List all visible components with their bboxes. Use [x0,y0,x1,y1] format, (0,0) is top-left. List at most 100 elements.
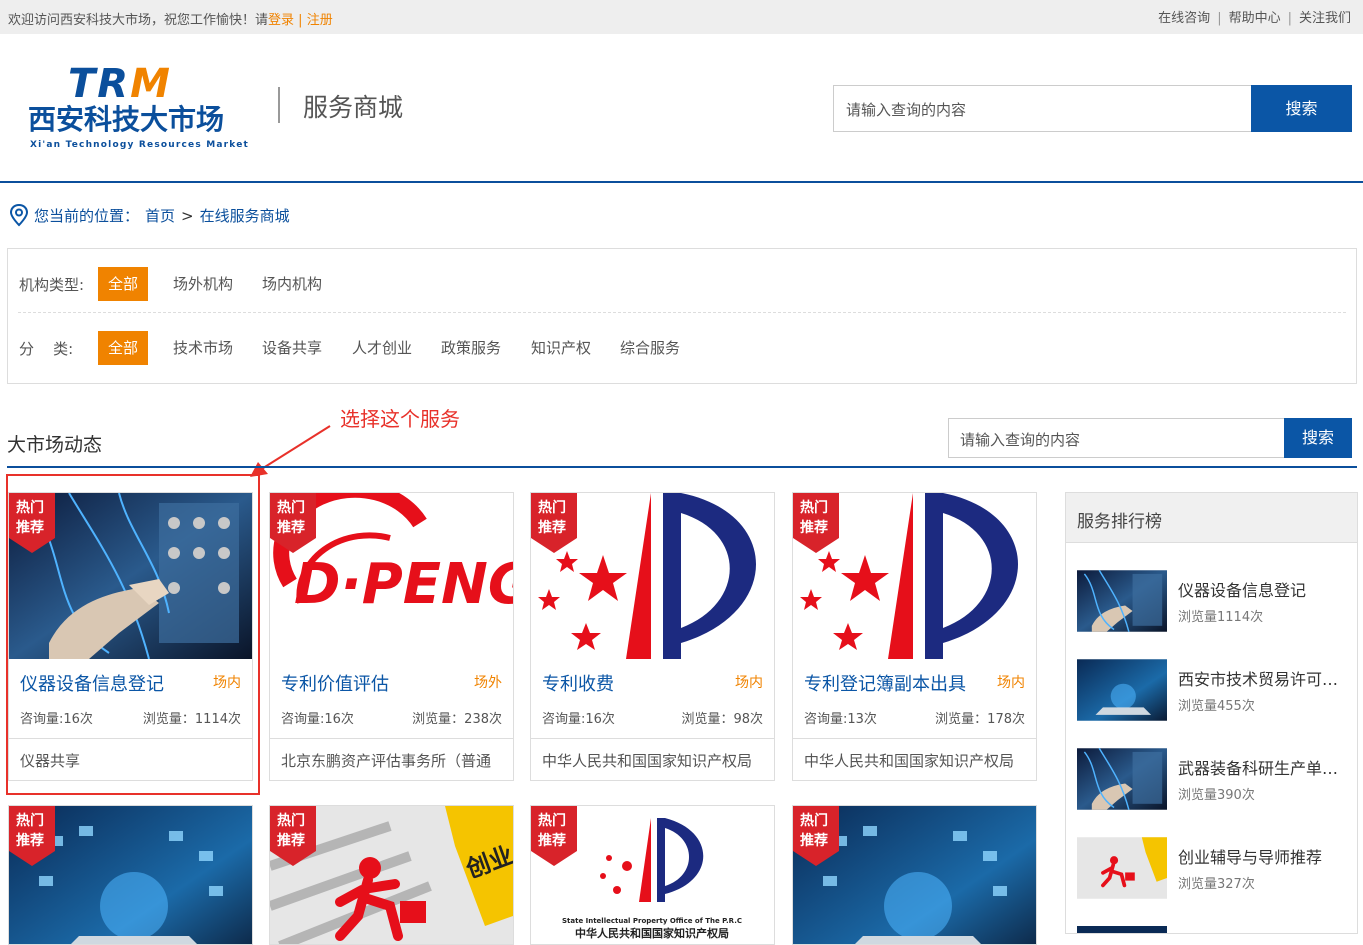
card-consult-count: 咨询量:13次 [804,712,877,727]
card-divider [531,738,774,739]
section-title: 大市场动态 [7,434,103,456]
org-type-option-outside[interactable]: 场外机构 [163,267,243,301]
ranking-image-tech-laptop [1077,659,1167,721]
org-type-option-inside[interactable]: 场内机构 [252,267,332,301]
service-card[interactable]: State Intellectual Property Office of Th… [530,805,775,945]
section-search: 请输入查询的内容 搜索 [948,418,1352,458]
category-option-tech-market[interactable]: 技术市场 [163,331,243,365]
service-card[interactable]: 热门 推荐 专利收费 场内 咨询量:16次 浏览量：98次 中华人民共和国国家知识… [530,492,775,781]
card-divider [270,738,513,739]
logo-abbr: TRM [68,64,172,104]
header-search-input[interactable]: 请输入查询的内容 [833,85,1252,132]
logo-cn-name: 西安科技大市场 [28,103,225,136]
breadcrumb-home[interactable]: 首页 [145,207,175,225]
hot-badge-line1: 热门 [800,813,828,829]
hot-badge-line2: 推荐 [277,520,305,536]
hot-badge: 热门 推荐 [531,493,577,553]
hot-badge-line2: 推荐 [800,520,828,536]
hot-badge-line1: 热门 [277,813,305,829]
category-option-policy[interactable]: 政策服务 [431,331,511,365]
card-org: 中华人民共和国国家知识产权局 [804,752,1015,770]
logo-abbr-main: TR [68,61,131,107]
online-consult-link[interactable]: 在线咨询 [1158,11,1210,26]
service-card[interactable]: 热门 推荐 [8,805,253,945]
sipo-caption-en: State Intellectual Property Office of Th… [562,917,742,925]
category-label: 分 类: [19,340,74,358]
hot-badge-line1: 热门 [16,813,44,829]
hot-badge-line2: 推荐 [538,520,566,536]
category-option-talent[interactable]: 人才创业 [342,331,422,365]
filter-divider [18,312,1346,313]
login-link[interactable]: 登录 [268,13,294,28]
sipo-caption-cn: 中华人民共和国国家知识产权局 [575,926,729,940]
card-org: 中华人民共和国国家知识产权局 [542,752,753,770]
org-type-option-all[interactable]: 全部 [98,267,149,301]
page-title: 服务商城 [303,93,404,122]
logo-abbr-accent: M [130,61,172,107]
follow-us-link[interactable]: 关注我们 [1299,11,1351,26]
category-option-general[interactable]: 综合服务 [610,331,690,365]
hot-badge-line2: 推荐 [800,833,828,849]
ranking-header: 服务排行榜 [1066,493,1357,543]
hot-badge: 热门 推荐 [9,806,55,866]
breadcrumb: 您当前的位置： 首页 > 在线服务商城 [8,203,290,227]
ranking-item-views: 浏览量455次 [1178,699,1255,714]
login-separator: | [294,13,307,28]
ranking-image-partial [1077,926,1167,933]
ranking-image-lab-equipment [1077,748,1167,810]
ranking-item[interactable]: 仪器设备信息登记 浏览量1114次 [1077,570,1352,632]
ranking-item-name[interactable]: 创业辅导与导师推荐 [1178,844,1353,868]
category-option-all[interactable]: 全部 [98,331,149,365]
ranking-item[interactable]: 创业辅导与导师推荐 浏览量327次 [1077,837,1352,899]
service-card[interactable]: 热门 推荐 [792,805,1037,945]
header-search: 请输入查询的内容 搜索 [833,85,1352,132]
hot-badge: 热门 推荐 [270,806,316,866]
header-divider [278,87,280,123]
annotation-arrow [250,425,331,477]
ranking-image-startup-runner [1077,837,1167,899]
hot-badge-line1: 热门 [277,500,305,516]
service-card[interactable]: D·PENG 热门 推荐 专利价值评估 场外 咨询量:16次 浏览量：238次 北… [269,492,514,781]
filter-panel: 机构类型: 全部 场外机构 场内机构 分 类: 全部 技术市场 设备共享 人才创… [7,248,1357,384]
card-kind: 场外 [474,675,502,691]
category-option-equipment[interactable]: 设备共享 [252,331,332,365]
ranking-item-name[interactable]: 仪器设备信息登记 [1178,577,1353,601]
hot-badge: 热门 推荐 [793,493,839,553]
ranking-item[interactable]: 武器装备科研生产单位… 浏览量390次 [1077,748,1353,810]
card-title[interactable]: 专利登记簿副本出具 [804,670,966,696]
ranking-item-views: 浏览量327次 [1178,877,1255,892]
annotation-text: 选择这个服务 [340,407,460,431]
link-separator: | [1287,11,1292,26]
ranking-item[interactable] [1077,926,1352,933]
breadcrumb-separator: > [181,207,194,225]
ranking-item[interactable]: 西安市技术贸易许可证… 浏览量455次 [1077,659,1353,721]
org-type-label: 机构类型: [19,276,85,294]
section-search-input[interactable]: 请输入查询的内容 [948,418,1285,458]
hot-badge: 热门 推荐 [531,806,577,866]
ranking-item-views: 浏览量390次 [1178,788,1255,803]
card-consult-count: 咨询量:16次 [542,712,615,727]
section-search-button[interactable]: 搜索 [1284,418,1352,458]
register-link[interactable]: 注册 [307,13,333,28]
category-option-ip[interactable]: 知识产权 [521,331,601,365]
card-view-count: 浏览量：178次 [935,712,1025,727]
card-title[interactable]: 专利价值评估 [281,670,389,696]
ranking-item-name[interactable]: 西安市技术贸易许可证… [1178,666,1353,690]
help-center-link[interactable]: 帮助中心 [1229,11,1281,26]
dpeng-logo-text: D·PENG [294,552,513,617]
hot-badge-line2: 推荐 [16,833,44,849]
ranking-title: 服务排行榜 [1077,512,1162,532]
header-search-button[interactable]: 搜索 [1251,85,1352,132]
hot-badge-line1: 热门 [538,500,566,516]
service-card[interactable]: 创业 热门 推荐 [269,805,514,945]
site-logo[interactable]: TRM 西安科技大市场 Xi'an Technology Resources M… [28,64,258,156]
ranking-item-views: 浏览量1114次 [1178,610,1264,625]
header-divider-line [0,181,1363,183]
service-ranking-panel: 服务排行榜 仪器设备信息登记 浏览量1114次 西安市技术贸易许可证… 浏览量4… [1065,492,1358,934]
breadcrumb-current[interactable]: 在线服务商城 [200,207,290,225]
ranking-item-name[interactable]: 武器装备科研生产单位… [1178,755,1353,779]
card-title[interactable]: 专利收费 [542,670,614,696]
location-pin-icon [9,203,29,227]
logo-en-name: Xi'an Technology Resources Market [30,140,250,150]
service-card[interactable]: 热门 推荐 专利登记簿副本出具 场内 咨询量:13次 浏览量：178次 中华人民共… [792,492,1037,781]
